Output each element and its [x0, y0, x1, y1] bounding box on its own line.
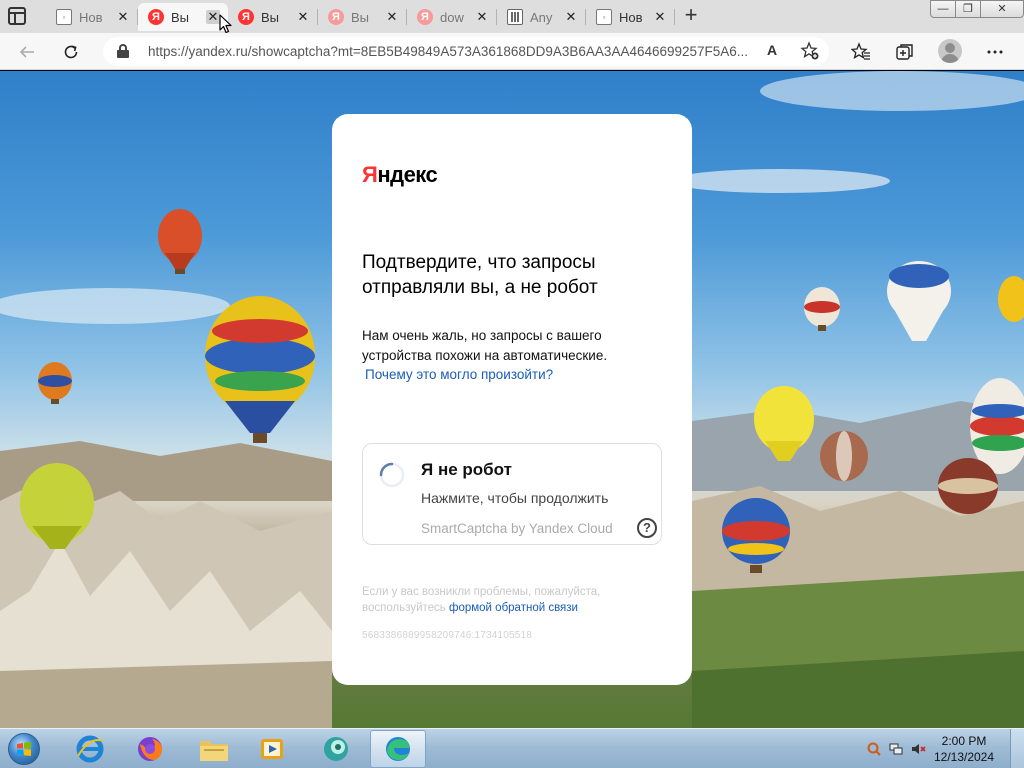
tab-yandex-3[interactable]: Я Вы ✕: [318, 3, 407, 31]
balloon-icon: [38, 362, 72, 404]
why-link[interactable]: Почему это могло произойти?: [365, 367, 553, 382]
tab-strip: ▫ Нов ✕ Я Вы ✕ Я Вы ✕ Я Вы ✕ Я dow ✕ Any…: [0, 0, 1024, 34]
yandex-icon: Я: [238, 9, 254, 25]
network-icon[interactable]: [888, 741, 904, 757]
yandex-icon: Я: [148, 9, 164, 25]
app-icon[interactable]: [308, 730, 364, 768]
read-aloud-icon[interactable]: A: [767, 42, 777, 58]
lock-icon[interactable]: [117, 44, 129, 58]
mouse-cursor-icon: [219, 14, 232, 34]
browser-toolbar: https://yandex.ru/showcaptcha?mt=8EB5B49…: [0, 33, 1024, 70]
tab-yandex-active[interactable]: Я Вы ✕: [138, 3, 228, 31]
internet-explorer-icon[interactable]: [62, 730, 118, 768]
tab-new-2[interactable]: ▫ Нов ✕: [586, 3, 675, 31]
tab-new-1[interactable]: ▫ Нов ✕: [46, 3, 138, 31]
close-icon[interactable]: ✕: [206, 10, 220, 24]
favorites-button[interactable]: [848, 39, 874, 65]
close-icon[interactable]: ✕: [564, 10, 578, 24]
checkbox-hint: Нажмите, чтобы продолжить: [421, 490, 609, 506]
windows-logo-icon: [17, 742, 31, 756]
close-icon[interactable]: ✕: [116, 10, 130, 24]
edge-icon[interactable]: [370, 730, 426, 768]
yandex-icon: Я: [417, 9, 433, 25]
volume-muted-icon[interactable]: [910, 741, 926, 757]
request-id: 5683386889958209746:1734105518: [362, 630, 533, 641]
more-icon: [987, 50, 1003, 54]
tab-title: Вы: [171, 9, 190, 25]
balloon-icon: [820, 431, 868, 481]
refresh-button[interactable]: [58, 39, 84, 65]
tab-anydesk[interactable]: Any ✕: [497, 3, 586, 31]
balloon-icon: [938, 458, 998, 514]
close-icon[interactable]: ✕: [296, 10, 310, 24]
url-text[interactable]: https://yandex.ru/showcaptcha?mt=8EB5B49…: [148, 44, 758, 59]
anydesk-icon: [507, 9, 523, 25]
yandex-icon: Я: [328, 9, 344, 25]
tab-title: dow: [440, 9, 464, 25]
clock-date[interactable]: 12/13/2024: [932, 750, 996, 764]
start-button[interactable]: [4, 730, 44, 768]
collections-button[interactable]: [892, 39, 918, 65]
spinner-icon: [379, 462, 405, 488]
tab-title: Any: [530, 9, 553, 25]
media-player-icon[interactable]: [244, 730, 300, 768]
captcha-description: Нам очень жаль, но запросы с вашего устр…: [362, 328, 608, 363]
collections-icon: [896, 44, 913, 60]
close-icon[interactable]: ✕: [475, 10, 489, 24]
address-bar[interactable]: https://yandex.ru/showcaptcha?mt=8EB5B49…: [103, 37, 829, 66]
minimize-button[interactable]: —: [930, 0, 956, 18]
new-tab-button[interactable]: +: [679, 4, 703, 28]
tab-download[interactable]: Я dow ✕: [407, 3, 497, 31]
balloon-icon: [887, 261, 951, 341]
file-explorer-icon[interactable]: [186, 730, 242, 768]
back-arrow-icon: [19, 46, 34, 58]
feedback-link[interactable]: формой обратной связи: [449, 602, 578, 614]
taskbar: 2:00 PM 12/13/2024: [0, 728, 1024, 768]
firefox-icon[interactable]: [122, 730, 178, 768]
provider-label: SmartCaptcha by Yandex Cloud: [421, 521, 613, 536]
tab-title: Вы: [261, 9, 280, 25]
not-robot-checkbox[interactable]: Я не робот Нажмите, чтобы продолжить Sma…: [362, 443, 662, 545]
close-icon[interactable]: ✕: [385, 10, 399, 24]
help-icon[interactable]: ?: [637, 518, 657, 538]
add-favorite-icon[interactable]: [800, 41, 820, 66]
close-icon[interactable]: ✕: [653, 10, 667, 24]
tab-title: Нов: [619, 9, 643, 25]
maximize-button[interactable]: ❐: [955, 0, 981, 18]
back-button[interactable]: [14, 39, 40, 65]
profile-avatar[interactable]: [938, 39, 962, 63]
settings-menu-button[interactable]: [982, 39, 1008, 65]
balloon-icon: [804, 287, 840, 331]
page-viewport: Яндекс Подтвердите, что запросы отправля…: [0, 71, 1024, 728]
tab-actions-button[interactable]: [8, 7, 26, 25]
balloon-icon: [998, 276, 1024, 322]
system-tray: 2:00 PM 12/13/2024: [860, 729, 1024, 768]
refresh-icon: [64, 45, 78, 59]
show-desktop-button[interactable]: [1010, 729, 1024, 768]
favorites-icon: [850, 42, 870, 60]
page-icon: ▫: [56, 9, 72, 25]
balloon-icon: [205, 296, 315, 443]
screen: ▫ Нов ✕ Я Вы ✕ Я Вы ✕ Я Вы ✕ Я dow ✕ Any…: [0, 0, 1024, 768]
tab-title: Нов: [79, 9, 103, 25]
captcha-card: Яндекс Подтвердите, что запросы отправля…: [332, 114, 692, 685]
window-controls: — ❐ ✕: [930, 0, 1024, 18]
tab-title: Вы: [351, 9, 370, 25]
balloon-icon: [158, 209, 202, 274]
page-title: Подтвердите, что запросы отправляли вы, …: [362, 252, 598, 298]
problem-text: Если у вас возникли проблемы, пожалуйста…: [362, 586, 601, 614]
page-icon: ▫: [596, 9, 612, 25]
clock-time[interactable]: 2:00 PM: [932, 734, 996, 748]
close-window-button[interactable]: ✕: [980, 0, 1024, 18]
yandex-logo: Яндекс: [362, 162, 438, 187]
tab-yandex-2[interactable]: Я Вы ✕: [228, 3, 318, 31]
checkbox-label[interactable]: Я не робот: [421, 460, 512, 480]
search-tray-icon[interactable]: [866, 741, 882, 757]
